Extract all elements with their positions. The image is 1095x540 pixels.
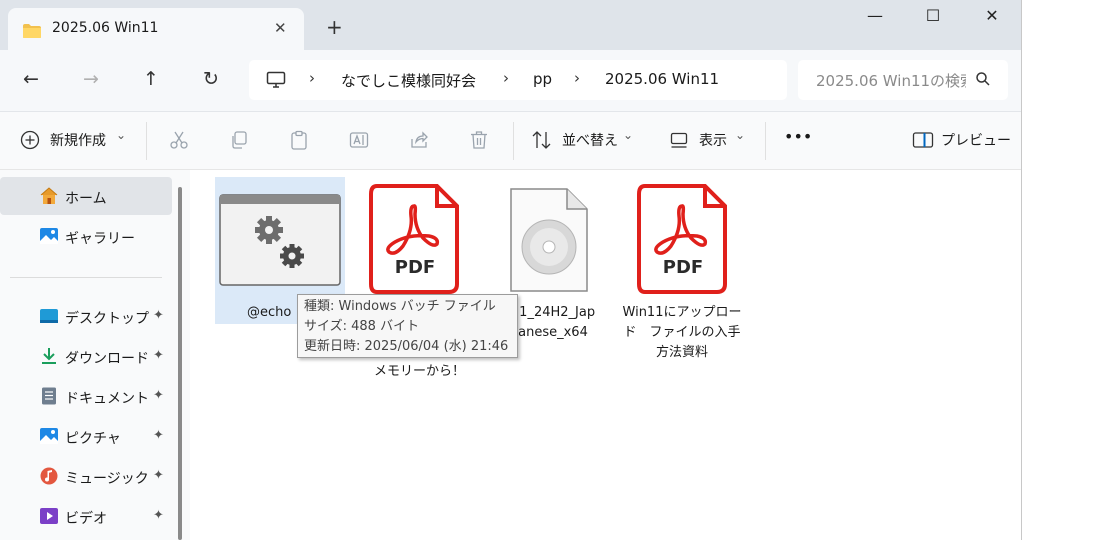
forward-button[interactable]: → (78, 68, 104, 94)
sidebar-scrollbar[interactable] (178, 187, 182, 540)
share-icon[interactable] (409, 130, 429, 150)
tab-2025-06-win11[interactable]: 2025.06 Win11 ✕ (8, 8, 304, 50)
sort-icon (532, 131, 551, 149)
sidebar-item-label: デスクトップ (65, 311, 149, 327)
view-button[interactable]: 表示 (699, 130, 727, 150)
chevron-down-icon: ⌄ (116, 128, 127, 142)
breadcrumb-segment[interactable]: 2025.06 Win11 (605, 70, 719, 88)
gallery-icon (40, 228, 58, 244)
chevron-down-icon: ⌄ (623, 128, 634, 142)
delete-icon[interactable] (469, 130, 489, 150)
address-bar[interactable]: › なでしこ模様同好会 › pp › 2025.06 Win11 (249, 60, 787, 100)
preview-button[interactable]: プレビュー (941, 130, 1011, 150)
up-button[interactable]: ↑ (138, 68, 164, 94)
desktop-icon (40, 309, 58, 323)
title-bar: 2025.06 Win11 ✕ + — ☐ ✕ (0, 0, 1021, 50)
pin-icon[interactable]: ✦ (153, 428, 164, 443)
divider (146, 122, 147, 160)
sidebar-item-gallery[interactable]: ギャラリー (0, 217, 172, 255)
file-info-tooltip: 種類: Windows バッチ ファイル サイズ: 488 バイト 更新日時: … (297, 294, 518, 358)
pin-icon[interactable]: ✦ (153, 508, 164, 523)
view-icon (670, 132, 688, 148)
sidebar-item-label: ギャラリー (65, 231, 135, 247)
tooltip-type: 種類: Windows バッチ ファイル (304, 299, 496, 314)
maximize-button[interactable]: ☐ (910, 6, 956, 30)
sidebar-item-desktop[interactable]: デスクトップ ✦ (0, 297, 172, 335)
picture-icon (40, 428, 58, 444)
back-button[interactable]: ← (18, 68, 44, 94)
divider (765, 122, 766, 160)
document-icon (42, 387, 56, 405)
sidebar-item-documents[interactable]: ドキュメント ✦ (0, 377, 172, 415)
pdf-label: PDF (394, 257, 436, 278)
tab-close-button[interactable]: ✕ (274, 19, 287, 37)
command-bar: 新規作成 ⌄ 並べ替え ⌄ 表示 ⌄ ••• プレビュー (0, 112, 1021, 170)
cut-icon[interactable] (169, 130, 189, 150)
file-explorer-window: 2025.06 Win11 ✕ + — ☐ ✕ ← → ↑ ↻ › なでしこ模様… (0, 0, 1022, 540)
preview-pane-icon (912, 132, 934, 148)
new-tab-button[interactable]: + (326, 17, 343, 37)
file-item[interactable]: PDF Win11にアップロー ド ファイルの入手 方法資料 (617, 177, 747, 360)
paste-icon[interactable] (289, 130, 309, 150)
pin-icon[interactable]: ✦ (153, 348, 164, 363)
tab-title: 2025.06 Win11 (52, 20, 159, 36)
breadcrumb-separator: › (309, 69, 315, 87)
chevron-down-icon: ⌄ (735, 128, 746, 142)
breadcrumb-separator: › (503, 69, 509, 87)
new-button[interactable]: 新規作成 (50, 130, 106, 150)
home-icon (40, 187, 58, 204)
sidebar-item-label: ホーム (65, 191, 107, 207)
sidebar-item-downloads[interactable]: ダウンロード ✦ (0, 337, 172, 375)
more-options-button[interactable]: ••• (784, 127, 812, 146)
breadcrumb-separator: › (574, 69, 580, 87)
pin-icon[interactable]: ✦ (153, 308, 164, 323)
sidebar-item-label: ドキュメント (65, 391, 149, 407)
search-input[interactable]: 2025.06 Win11の検索 (816, 70, 966, 91)
sidebar-divider (10, 277, 162, 278)
folder-icon (23, 24, 41, 38)
sidebar-item-music[interactable]: ミュージック ✦ (0, 457, 172, 495)
computer-icon (266, 71, 286, 88)
sidebar-item-label: ダウンロード (65, 351, 149, 367)
file-name: Win11にアップロー ド ファイルの入手 方法資料 (622, 305, 742, 360)
new-icon (20, 130, 40, 150)
sidebar-item-label: ビデオ (65, 511, 107, 527)
refresh-button[interactable]: ↻ (198, 68, 224, 94)
rename-icon[interactable] (349, 130, 369, 150)
pin-icon[interactable]: ✦ (153, 388, 164, 403)
navigation-bar: ← → ↑ ↻ › なでしこ模様同好会 › pp › 2025.06 Win11… (0, 50, 1021, 112)
pdf-label: PDF (662, 257, 704, 278)
breadcrumb-segment[interactable]: pp (533, 70, 552, 88)
search-icon (976, 72, 990, 86)
file-name: メモリーから！ (374, 364, 466, 379)
pin-icon[interactable]: ✦ (153, 468, 164, 483)
music-icon (40, 467, 58, 485)
sidebar-item-label: ピクチャ (65, 431, 121, 447)
copy-icon[interactable] (229, 130, 249, 150)
sidebar-item-videos[interactable]: ビデオ ✦ (0, 497, 172, 535)
breadcrumb-segment[interactable]: なでしこ模様同好会 (341, 70, 476, 91)
navigation-pane: ホーム ギャラリー デスクトップ ✦ ダウンロード ✦ ドキュメント ✦ ピクチ… (0, 170, 190, 540)
sort-button[interactable]: 並べ替え (562, 130, 618, 150)
disc-image-icon (510, 188, 588, 292)
minimize-button[interactable]: — (852, 6, 898, 30)
download-icon (42, 348, 56, 364)
sidebar-item-label: ミュージック (65, 471, 149, 487)
batch-file-icon (219, 194, 341, 286)
tooltip-size: サイズ: 488 バイト (304, 319, 420, 334)
search-box[interactable]: 2025.06 Win11の検索 (798, 60, 1008, 100)
sidebar-item-home[interactable]: ホーム (0, 177, 172, 215)
tooltip-modified: 更新日時: 2025/06/04 (水) 21:46 (304, 339, 509, 354)
divider (513, 122, 514, 160)
sidebar-item-pictures[interactable]: ピクチャ ✦ (0, 417, 172, 455)
video-icon (40, 508, 58, 524)
close-window-button[interactable]: ✕ (969, 6, 1015, 30)
